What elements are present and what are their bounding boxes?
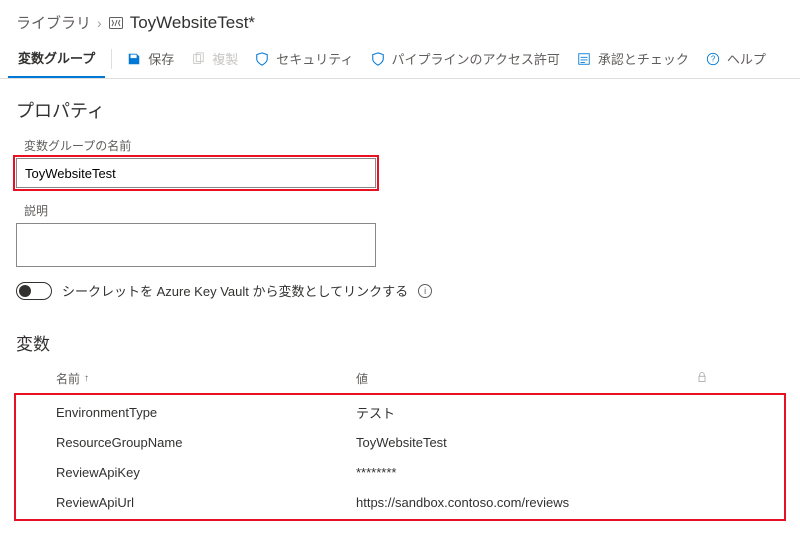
help-icon: ? [705,51,721,67]
var-value-cell: ToyWebsiteTest [356,433,696,452]
var-value-cell: ******** [356,463,696,482]
approvals-label: 承認とチェック [598,49,689,68]
properties-heading: プロパティ [16,97,784,123]
save-icon [126,51,142,67]
breadcrumb-root[interactable]: ライブラリ [16,12,91,33]
tab-variable-group[interactable]: 変数グループ [8,39,105,78]
variables-table: 名前 ↑ 値 EnvironmentType テスト ResourceGroup… [16,365,784,519]
description-input[interactable] [16,223,376,267]
var-name-cell: EnvironmentType [56,403,356,422]
save-button[interactable]: 保存 [118,39,182,78]
keyvault-toggle[interactable] [16,282,52,300]
help-label: ヘルプ [727,49,766,68]
var-value-cell: https://sandbox.contoso.com/reviews [356,493,696,512]
table-row[interactable]: EnvironmentType テスト [16,397,784,427]
svg-text:?: ? [711,54,716,63]
name-field-label: 変数グループの名前 [24,137,784,154]
column-header-name[interactable]: 名前 ↑ [56,370,356,387]
table-row[interactable]: ResourceGroupName ToyWebsiteTest [16,427,784,457]
toolbar-divider [111,49,112,69]
lock-icon [696,371,708,383]
clone-button[interactable]: 複製 [182,39,246,78]
variables-header-row: 名前 ↑ 値 [16,365,784,395]
var-name-cell: ReviewApiUrl [56,493,356,512]
variables-body: EnvironmentType テスト ResourceGroupName To… [16,395,784,519]
keyvault-toggle-label: シークレットを Azure Key Vault から変数としてリンクする [62,281,408,300]
approvals-button[interactable]: 承認とチェック [568,39,697,78]
name-input[interactable] [16,158,376,188]
chevron-right-icon: › [97,15,102,31]
description-field-label: 説明 [24,202,784,219]
variables-heading: 変数 [16,330,784,355]
pipeline-permissions-label: パイプラインのアクセス許可 [392,49,560,68]
var-value-cell: テスト [356,401,696,424]
variable-group-icon [108,15,124,31]
content: プロパティ 変数グループの名前 説明 シークレットを Azure Key Vau… [0,79,800,537]
column-header-lock [696,371,756,386]
keyvault-toggle-row: シークレットを Azure Key Vault から変数としてリンクする i [16,281,784,300]
column-header-value[interactable]: 値 [356,370,696,387]
help-button[interactable]: ? ヘルプ [697,39,774,78]
save-label: 保存 [148,49,174,68]
page-title: ToyWebsiteTest* [130,13,255,33]
security-button[interactable]: セキュリティ [246,39,361,78]
checklist-icon [576,51,592,67]
breadcrumb: ライブラリ › ToyWebsiteTest* [0,0,800,39]
sort-ascending-icon: ↑ [84,373,89,384]
toolbar: 変数グループ 保存 複製 セキュリティ パイプラインのアクセス許可 承認とチェッ… [0,39,800,79]
var-name-cell: ResourceGroupName [56,433,356,452]
security-label: セキュリティ [276,49,353,68]
shield-outline-icon [370,51,386,67]
pipeline-permissions-button[interactable]: パイプラインのアクセス許可 [362,39,568,78]
clone-label: 複製 [212,49,238,68]
table-row[interactable]: ReviewApiKey ******** [16,457,784,487]
table-row[interactable]: ReviewApiUrl https://sandbox.contoso.com… [16,487,784,517]
var-name-cell: ReviewApiKey [56,463,356,482]
shield-icon [254,51,270,67]
info-icon[interactable]: i [418,284,432,298]
clone-icon [190,51,206,67]
